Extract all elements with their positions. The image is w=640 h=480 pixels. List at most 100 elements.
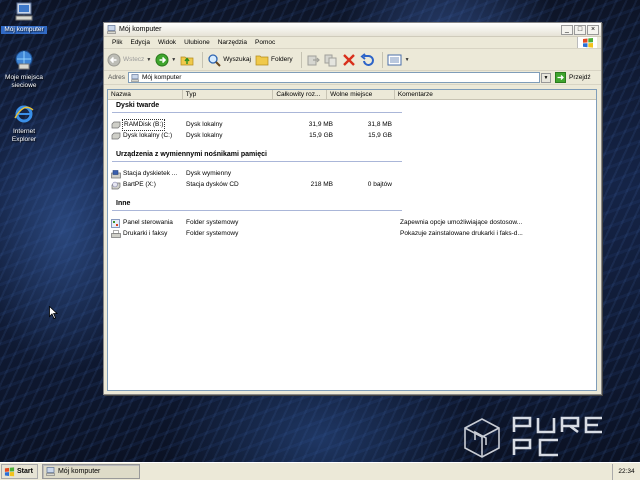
drive-row-ramdisk[interactable]: RAMDisk (B:) Dysk lokalny 31,9 MB 31,8 M… xyxy=(108,119,596,131)
desktop-icon-internet-explorer[interactable]: Internet Explorer xyxy=(1,104,47,144)
search-icon xyxy=(208,53,221,67)
address-bar: Adres Mój komputer ▼ Przejdź xyxy=(104,71,601,85)
drive-total-size: 218 MB xyxy=(310,181,333,188)
explorer-window[interactable]: Mój komputer _ □ × Plik Edycja Widok Ulu… xyxy=(103,22,602,395)
start-label: Start xyxy=(17,468,33,475)
address-input[interactable]: Mój komputer xyxy=(127,72,540,83)
drive-name: BartPE (X:) xyxy=(123,181,156,188)
drive-name: RAMDisk (B:) xyxy=(121,119,166,131)
item-row-control-panel[interactable]: Panel sterowania Folder systemowy Zapewn… xyxy=(108,218,596,228)
group-header-hard-drives: Dyski twarde xyxy=(116,102,160,109)
menu-edycja[interactable]: Edycja xyxy=(126,39,154,46)
menu-ulubione[interactable]: Ulubione xyxy=(180,39,214,46)
control-panel-icon xyxy=(111,218,120,228)
start-button[interactable]: Start xyxy=(1,464,38,479)
item-comment: Zapewnia opcje umożliwiające dostosow... xyxy=(400,219,523,226)
minimize-button[interactable]: _ xyxy=(561,24,573,35)
desktop-icon-label: Mój komputer xyxy=(1,26,47,34)
drive-type: Dysk wymienny xyxy=(186,170,232,177)
forward-button[interactable]: ▼ xyxy=(155,53,176,67)
group-divider xyxy=(112,210,402,211)
toolbar: Wstecz ▼ ▼ Wyszukaj Foldery ▼ xyxy=(104,49,601,71)
desktop-icon-network-places[interactable]: Moje miejsca sieciowe xyxy=(1,50,47,90)
system-tray-clock[interactable]: 22:34 xyxy=(612,463,640,480)
desktop: Mój komputer Moje miejsca sieciowe Inter… xyxy=(0,0,640,462)
title-bar[interactable]: Mój komputer _ □ × xyxy=(104,23,601,37)
menu-pomoc[interactable]: Pomoc xyxy=(251,39,279,46)
toolbar-separator xyxy=(300,51,302,68)
drive-name: Stacja dyskietek ... xyxy=(123,170,178,177)
folder-up-icon xyxy=(180,56,194,65)
drive-total-size: 31,9 MB xyxy=(308,121,333,128)
column-header-type[interactable]: Typ xyxy=(183,90,274,99)
delete-button[interactable] xyxy=(342,53,356,67)
undo-button[interactable] xyxy=(360,52,374,67)
column-header-free-space[interactable]: Wolne miejsce xyxy=(327,90,395,99)
go-label: Przejdź xyxy=(568,74,591,81)
search-label: Wyszukaj xyxy=(223,56,251,63)
toolbar-separator xyxy=(381,51,383,68)
group-header-other: Inne xyxy=(116,200,131,207)
column-headers: Nazwa Typ Całkowity roz... Wolne miejsce… xyxy=(108,90,596,100)
column-header-total-size[interactable]: Całkowity roz... xyxy=(273,90,328,99)
drive-row-bartpe[interactable]: BartPE (X:) Stacja dysków CD 218 MB 0 ba… xyxy=(108,180,596,190)
item-type: Folder systemowy xyxy=(186,219,239,226)
move-to-icon xyxy=(307,55,320,65)
desktop-icon-my-computer[interactable]: Mój komputer xyxy=(1,2,47,34)
drive-type: Dysk lokalny xyxy=(186,121,223,128)
go-arrow-icon xyxy=(554,72,566,83)
column-header-comments[interactable]: Komentarze xyxy=(395,90,596,99)
folders-button[interactable]: Foldery xyxy=(255,53,293,67)
copy-to-button[interactable] xyxy=(324,53,338,67)
drive-row-local-c[interactable]: Dysk lokalny (C:) Dysk lokalny 15,9 GB 1… xyxy=(108,131,596,141)
go-button[interactable]: Przejdź xyxy=(554,72,591,83)
purepc-logo xyxy=(464,416,602,458)
drive-row-floppy[interactable]: Stacja dyskietek ... Dysk wymienny xyxy=(108,169,596,179)
item-name: Drukarki i faksy xyxy=(123,230,168,237)
printer-icon xyxy=(111,229,121,238)
address-label: Adres xyxy=(108,74,125,81)
item-comment: Pokazuje zainstalowane drukarki i faks-d… xyxy=(400,230,523,237)
maximize-button[interactable]: □ xyxy=(574,24,586,35)
close-button[interactable]: × xyxy=(587,24,599,35)
menu-narzedzia[interactable]: Narzędzia xyxy=(214,39,251,46)
toolbar-separator xyxy=(202,51,204,68)
delete-x-icon xyxy=(342,53,355,66)
back-arrow-icon xyxy=(107,53,121,66)
drive-name: Dysk lokalny (C:) xyxy=(123,132,173,139)
forward-arrow-icon xyxy=(155,53,169,66)
taskbar-item-my-computer[interactable]: Mój komputer xyxy=(41,464,140,479)
views-button[interactable]: ▼ xyxy=(387,53,410,67)
computer-icon xyxy=(15,2,33,21)
chevron-down-icon: ▼ xyxy=(404,56,410,63)
search-button[interactable]: Wyszukaj xyxy=(207,53,251,67)
drive-free-space: 0 bajtów xyxy=(367,181,392,188)
copy-to-icon xyxy=(324,54,337,66)
column-header-name[interactable]: Nazwa xyxy=(108,90,183,99)
internet-explorer-icon xyxy=(14,105,34,123)
folders-icon xyxy=(255,55,269,65)
file-list-view[interactable]: Nazwa Typ Całkowity roz... Wolne miejsce… xyxy=(107,89,597,391)
desktop-icon-label: Moje miejsca sieciowe xyxy=(5,74,43,89)
move-to-button[interactable] xyxy=(306,53,320,67)
computer-icon xyxy=(107,25,116,34)
computer-icon xyxy=(131,73,139,82)
menu-plik[interactable]: Plik xyxy=(108,39,126,46)
drive-free-space: 31,8 MB xyxy=(367,121,392,128)
item-name: Panel sterowania xyxy=(123,219,173,226)
menu-widok[interactable]: Widok xyxy=(154,39,180,46)
hard-drive-icon xyxy=(111,132,121,140)
back-button[interactable]: Wstecz ▼ xyxy=(107,53,151,67)
taskbar-item-label: Mój komputer xyxy=(57,468,101,475)
folders-label: Foldery xyxy=(270,56,293,63)
address-dropdown-button[interactable]: ▼ xyxy=(540,72,551,83)
item-type: Folder systemowy xyxy=(186,230,239,237)
group-header-removable-storage: Urządzenia z wymiennymi nośnikami pamięc… xyxy=(116,151,267,158)
drive-total-size: 15,9 GB xyxy=(309,132,333,139)
drive-type: Dysk lokalny xyxy=(186,132,223,139)
item-row-printers-faxes[interactable]: Drukarki i faksy Folder systemowy Pokazu… xyxy=(108,229,596,239)
address-value: Mój komputer xyxy=(141,74,182,81)
back-label: Wstecz xyxy=(123,56,145,63)
computer-icon xyxy=(46,467,55,476)
up-folder-button[interactable] xyxy=(180,53,194,67)
